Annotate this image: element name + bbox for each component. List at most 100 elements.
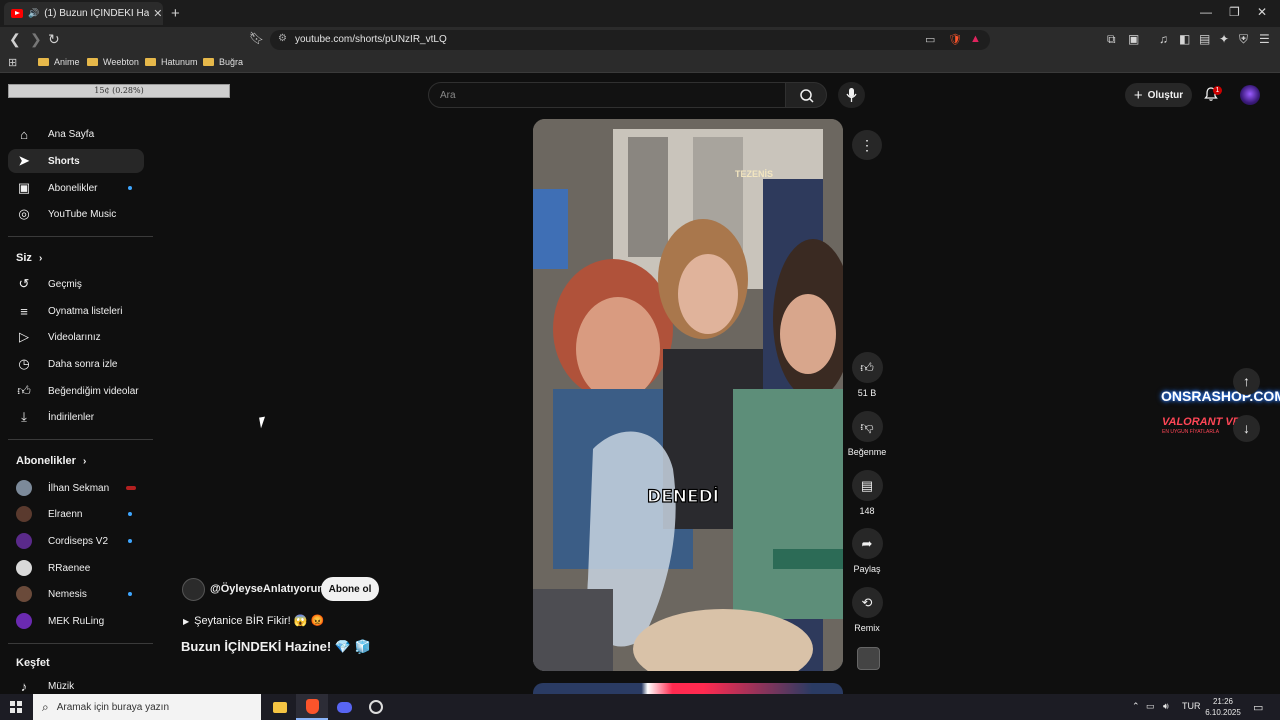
subscribe-button[interactable]: Abone ol: [321, 577, 379, 601]
chevron-right-icon: ›: [82, 456, 87, 467]
sidebar-item-subscriptions[interactable]: ▣ Abonelikler: [8, 176, 144, 200]
cast-icon[interactable]: ▭: [925, 33, 935, 46]
sidebar-item-home[interactable]: ⌂ Ana Sayfa: [8, 122, 144, 146]
section-you[interactable]: Siz ›: [16, 252, 42, 264]
like-button[interactable]: 👍︎ 51 B: [847, 352, 887, 398]
wallet-icon[interactable]: ▤: [1199, 32, 1210, 46]
address-bar[interactable]: ⚙ youtube.com/shorts/pUNzIR_vtLQ ▭ 🛡 ▲: [270, 30, 990, 50]
forward-icon[interactable]: ❯: [30, 31, 42, 48]
tab-search-icon[interactable]: ▣: [1128, 32, 1139, 46]
folder-icon: [145, 58, 156, 66]
bookmark-icon[interactable]: 🔖︎: [249, 31, 264, 45]
play-triangle-icon: ▶: [183, 617, 190, 626]
windows-start-icon[interactable]: [10, 701, 22, 713]
sidebar-item-playlists[interactable]: ≡ Oynatma listeleri: [8, 299, 144, 323]
section-subscriptions[interactable]: Abonelikler ›: [16, 455, 86, 467]
search-icon: [800, 89, 814, 103]
file-explorer-icon[interactable]: [264, 694, 296, 720]
search-input[interactable]: Ara: [428, 82, 786, 108]
section-explore: Keşfet: [16, 657, 50, 669]
sidebar-divider: [8, 643, 153, 644]
avatar: [16, 560, 32, 576]
remix-icon: ⟲: [851, 587, 883, 618]
youtube-favicon-icon: [11, 9, 23, 18]
store-sign: TEZENİS: [735, 169, 773, 179]
speaker-icon[interactable]: 🔊: [28, 8, 39, 19]
bookmark-hatunum[interactable]: Hatunum: [145, 57, 198, 67]
vpn-icon[interactable]: ⛨: [1239, 32, 1248, 47]
sidebar-channel[interactable]: RRaenee: [8, 556, 144, 580]
sidebar-item-history[interactable]: ↺ Geçmiş: [8, 272, 144, 296]
bookmark-anime[interactable]: Anime: [38, 57, 80, 67]
menu-icon[interactable]: ☰: [1259, 32, 1270, 46]
clock[interactable]: 21:26 6.10.2025: [1203, 696, 1243, 718]
brave-browser-icon[interactable]: [296, 694, 328, 720]
sidebar-channel[interactable]: MEK RuLing: [8, 609, 144, 633]
sidebar-toggle-icon[interactable]: ◧: [1179, 32, 1190, 46]
previous-short-arrow-icon[interactable]: ↑: [1233, 368, 1260, 395]
sidebar-item-youtube-music[interactable]: ◎ YouTube Music: [8, 202, 144, 226]
comments-button[interactable]: ▤ 148: [847, 470, 887, 516]
notification-center-icon[interactable]: ▭: [1253, 701, 1263, 714]
close-window-icon[interactable]: ✕: [1257, 5, 1267, 19]
new-tab-button[interactable]: +: [171, 5, 180, 22]
apps-grid-icon[interactable]: ⊞: [8, 56, 17, 69]
sidebar-item-your-videos[interactable]: ▷ Videolarınız: [8, 325, 144, 349]
language-indicator[interactable]: TUR: [1182, 701, 1201, 711]
playlist-link[interactable]: ▶ Şeytanice BİR Fikir! 😱 😡: [183, 614, 324, 627]
close-tab-icon[interactable]: ✕: [153, 7, 162, 20]
bookmark-bugra[interactable]: Buğra: [203, 57, 243, 67]
plus-icon: +: [1133, 86, 1143, 104]
next-short-arrow-icon[interactable]: ↓: [1233, 415, 1260, 442]
extensions-icon[interactable]: ⧉: [1107, 32, 1116, 47]
create-button[interactable]: + Oluştur: [1125, 83, 1192, 107]
channel-name[interactable]: @ÖyleyseAnlatıyorum: [210, 583, 327, 595]
restore-icon[interactable]: ❐: [1229, 5, 1240, 19]
avatar[interactable]: [182, 578, 205, 601]
browser-tab[interactable]: 🔊 (1) Buzun İÇİNDEKİ Hazine! 💎 🧊 ✕: [4, 2, 163, 25]
network-icon[interactable]: ▭: [1146, 701, 1155, 712]
clock-icon: ◷: [18, 356, 30, 371]
shorts-icon: ➤: [18, 153, 30, 168]
overlay-progress: 15¢ (0.28%): [8, 84, 230, 98]
tray-chevron-icon[interactable]: ⌃: [1132, 701, 1140, 712]
thumbs-up-icon: 👍︎: [851, 352, 883, 383]
app-icon[interactable]: [360, 694, 392, 720]
short-video-player[interactable]: TEZENİS DENEDİ: [533, 119, 843, 671]
site-settings-icon[interactable]: ⚙: [278, 33, 287, 44]
volume-icon[interactable]: 🔊︎: [1163, 701, 1169, 712]
sidebar-channel[interactable]: Nemesis: [8, 582, 144, 606]
leo-ai-icon[interactable]: ✦: [1219, 32, 1229, 46]
reload-icon[interactable]: ↻: [48, 31, 60, 48]
url-text: youtube.com/shorts/pUNzIR_vtLQ: [295, 34, 447, 45]
dislike-button[interactable]: 👎︎ Beğenme: [847, 411, 887, 457]
sidebar-item-watch-later[interactable]: ◷ Daha sonra izle: [8, 352, 144, 376]
minimize-icon[interactable]: —: [1200, 5, 1212, 19]
back-icon[interactable]: ❮: [9, 31, 21, 48]
search-button[interactable]: [785, 82, 827, 108]
sidebar-channel[interactable]: İlhan Sekman: [8, 476, 144, 500]
subscriptions-icon: ▣: [17, 180, 31, 195]
brave-shields-icon[interactable]: 🛡: [948, 33, 962, 46]
bookmarks-bar: ⊞ Anime Weebton Hatunum Buğra: [0, 53, 1280, 73]
voice-search-button[interactable]: [838, 82, 865, 108]
taskbar-search-input[interactable]: ⌕ Aramak için buraya yazın: [33, 694, 261, 720]
more-options-icon[interactable]: ⋮: [852, 130, 882, 160]
media-icon[interactable]: ♫: [1159, 32, 1168, 46]
share-button[interactable]: ➦ Paylaş: [847, 528, 887, 574]
remix-button[interactable]: ⟲ Remix: [847, 587, 887, 633]
sidebar-item-shorts[interactable]: ➤ Shorts: [8, 149, 144, 173]
discord-icon[interactable]: [328, 694, 360, 720]
sidebar-item-downloads[interactable]: ⤓ İndirilenler: [8, 405, 144, 429]
home-icon: ⌂: [20, 126, 28, 142]
thumbs-up-outline-icon: 👍︎: [17, 383, 31, 398]
audio-thumbnail[interactable]: [857, 647, 880, 670]
avatar[interactable]: [1240, 85, 1260, 105]
bookmark-weebton[interactable]: Weebton: [87, 57, 139, 67]
video-frame: TEZENİS DENEDİ: [533, 119, 843, 671]
avatar: [16, 533, 32, 549]
sidebar-channel[interactable]: Elraenn: [8, 502, 144, 526]
sidebar-channel[interactable]: Cordiseps V2: [8, 529, 144, 553]
brave-rewards-icon[interactable]: ▲: [970, 33, 981, 45]
sidebar-item-liked-videos[interactable]: 👍︎ Beğendiğim videolar: [8, 379, 144, 403]
